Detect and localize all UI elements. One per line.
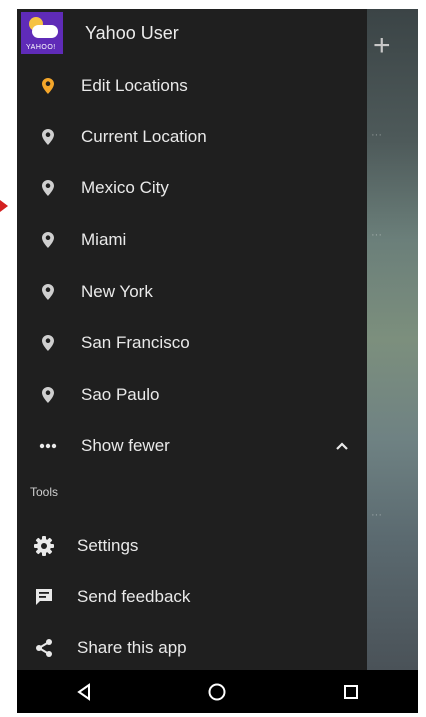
map-pin-icon (38, 127, 58, 147)
map-pin-icon (38, 230, 58, 250)
home-icon[interactable] (197, 672, 237, 712)
background-weather-app: + ··· ··· ··· (367, 9, 418, 670)
drawer-item-label: Send feedback (77, 587, 191, 606)
back-icon[interactable] (64, 672, 104, 712)
cloud-icon (32, 25, 58, 38)
drawer-item-current-location[interactable]: Current Location (17, 115, 367, 159)
map-pin-icon (38, 178, 58, 198)
navigation-drawer: YAHOO! Yahoo User Edit Locations Current… (17, 9, 367, 670)
drawer-item-new-york[interactable]: New York (17, 270, 367, 314)
drawer-item-label: Miami (81, 230, 127, 249)
tools-section-label: Tools (30, 485, 59, 499)
show-fewer-label: Show fewer (81, 436, 170, 455)
feedback-icon (32, 585, 56, 609)
share-icon (32, 636, 56, 660)
drawer-item-share-app[interactable]: Share this app (17, 626, 367, 670)
system-nav-bar (17, 670, 418, 713)
drawer-item-label: Sao Paulo (81, 385, 160, 404)
drawer-item-label: Current Location (81, 127, 207, 146)
avatar[interactable]: YAHOO! (21, 12, 63, 54)
drawer-item-settings[interactable]: Settings (17, 524, 367, 568)
drawer-item-miami[interactable]: Miami (17, 218, 367, 262)
more-horizontal-icon (38, 436, 58, 456)
show-fewer-button[interactable]: Show fewer (17, 424, 367, 468)
red-arrow-icon (0, 200, 8, 212)
drawer-item-edit-locations[interactable]: Edit Locations (17, 64, 367, 108)
drawer-item-mexico-city[interactable]: Mexico City (17, 166, 367, 210)
chevron-up-icon (335, 438, 349, 456)
recent-apps-icon[interactable] (331, 672, 371, 712)
drawer-item-label: Mexico City (81, 178, 169, 197)
drawer-item-label: Settings (77, 536, 139, 555)
drawer-item-send-feedback[interactable]: Send feedback (17, 575, 367, 619)
map-pin-icon (38, 76, 58, 96)
gear-icon (32, 534, 56, 558)
drawer-item-label: New York (81, 282, 153, 301)
drawer-header[interactable]: YAHOO! Yahoo User (17, 9, 367, 57)
phone-screen: + ··· ··· ··· YAHOO! Yahoo User Edit Loc… (17, 9, 418, 713)
app-badge: YAHOO! (26, 44, 56, 51)
add-location-icon[interactable]: + (373, 29, 391, 63)
map-pin-icon (38, 333, 58, 353)
map-pin-icon (38, 385, 58, 405)
drawer-item-sao-paulo[interactable]: Sao Paulo (17, 373, 367, 417)
user-name: Yahoo User (85, 22, 179, 43)
drawer-item-san-francisco[interactable]: San Francisco (17, 321, 367, 365)
drawer-item-label: Edit Locations (81, 76, 188, 95)
map-pin-icon (38, 282, 58, 302)
drawer-item-label: Share this app (77, 638, 187, 657)
drawer-item-label: San Francisco (81, 333, 190, 352)
